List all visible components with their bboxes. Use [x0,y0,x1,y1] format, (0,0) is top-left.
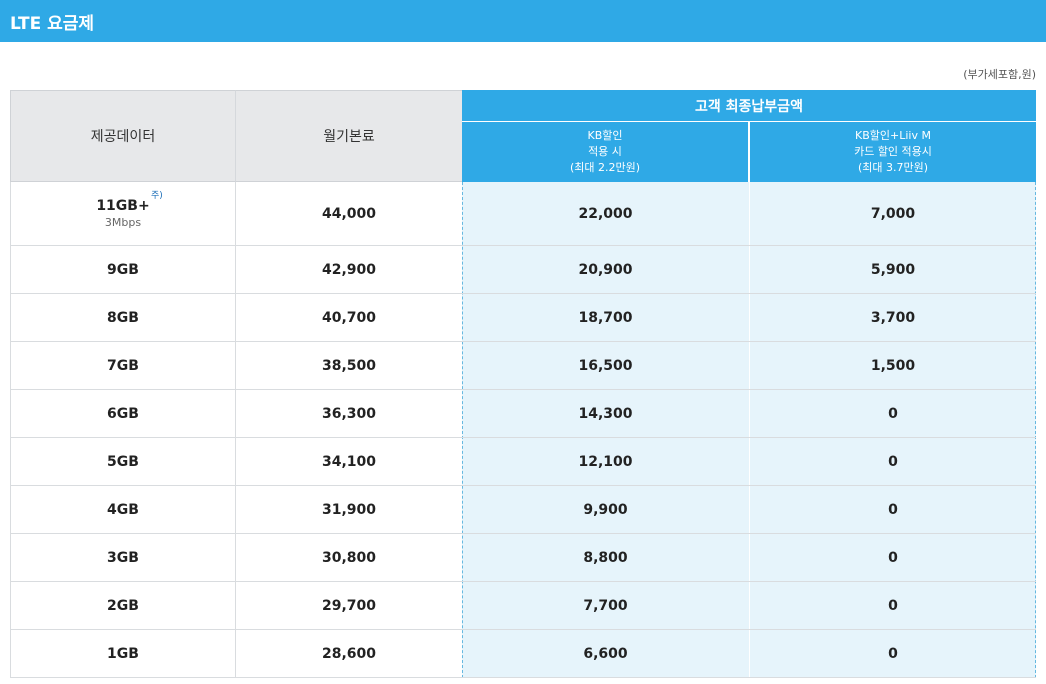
cell-monthly-fee: 29,700 [321,597,377,614]
cell-kb-price: 12,100 [578,453,633,470]
cell-kb-price: 8,800 [583,549,628,566]
cell-data: 3GB [10,534,236,581]
cell-monthly-fee: 38,500 [321,357,377,374]
table-row: 5GB 34,100 12,100 0 [10,438,1036,486]
kb-discount-line2: 적용 시 [588,145,622,158]
speed-limit: 3Mbps [104,216,142,229]
cell-kb-liiv-price: 5,900 [749,246,1036,293]
kb-discount-line1: KB할인 [587,129,623,142]
cell-kb-liiv-price: 0 [749,390,1036,437]
kb-liiv-line3: (최대 3.7만원) [857,161,929,174]
table-row: 2GB 29,700 7,700 0 [10,582,1036,630]
page-title: LTE 요금제 [0,0,1046,42]
cell-kb-liiv-price: 3,700 [749,294,1036,341]
cell-data: 7GB [10,342,236,389]
cell-monthly-fee: 36,300 [321,405,377,422]
table-row: 9GB 42,900 20,900 5,900 [10,246,1036,294]
column-header-kb-discount: KB할인 적용 시 (최대 2.2만원) [462,122,748,182]
cell-kb-liiv-price: 0 [749,630,1036,677]
cell-monthly-fee: 28,600 [321,645,377,662]
table-row: 주) 11GB+ 3Mbps 44,000 22,000 7,000 [10,182,1036,246]
cell-data: 6GB [10,390,236,437]
cell-data: 주) 11GB+ 3Mbps [10,182,236,245]
note-mark[interactable]: 주) [151,188,163,201]
cell-kb-liiv-price: 0 [749,486,1036,533]
kb-discount-line3: (최대 2.2만원) [569,161,641,174]
cell-monthly-fee: 34,100 [321,453,377,470]
cell-monthly-fee: 40,700 [321,309,377,326]
cell-kb-price: 16,500 [578,357,633,374]
cell-data: 2GB [10,582,236,629]
table-row: 4GB 31,900 9,900 0 [10,486,1036,534]
cell-kb-price: 9,900 [583,501,628,518]
column-header-kb-liiv-discount: KB할인+Liiv M 카드 할인 적용시 (최대 3.7만원) [749,122,1036,182]
cell-kb-liiv-price: 0 [749,582,1036,629]
table-row: 8GB 40,700 18,700 3,700 [10,294,1036,342]
table-row: 1GB 28,600 6,600 0 [10,630,1036,678]
kb-liiv-line2: 카드 할인 적용시 [854,145,932,158]
cell-data: 4GB [10,486,236,533]
cell-kb-price: 6,600 [583,645,628,662]
data-amount: 11GB+ [96,198,150,214]
cell-kb-liiv-price: 0 [749,534,1036,581]
cell-data: 8GB [10,294,236,341]
table-row: 6GB 36,300 14,300 0 [10,390,1036,438]
cell-monthly-fee: 42,900 [321,261,377,278]
cell-kb-liiv-price: 7,000 [749,182,1036,245]
table-row: 3GB 30,800 8,800 0 [10,534,1036,582]
cell-kb-price: 7,700 [583,597,628,614]
cell-kb-price: 20,900 [578,261,633,278]
column-header-data: 제공데이터 [10,90,236,182]
cell-data: 5GB [10,438,236,485]
cell-data: 9GB [10,246,236,293]
column-group-header-customer-final: 고객 최종납부금액 [462,90,1036,122]
cell-data: 1GB [10,630,236,677]
cell-monthly-fee: 44,000 [321,205,377,222]
cell-kb-liiv-price: 0 [749,438,1036,485]
column-header-monthly-fee: 월기본료 [236,90,462,182]
cell-kb-price: 18,700 [578,309,633,326]
kb-liiv-line1: KB할인+Liiv M [855,129,931,142]
cell-monthly-fee: 31,900 [321,501,377,518]
cell-kb-liiv-price: 1,500 [749,342,1036,389]
unit-note: (부가세포함,원) [963,68,1036,81]
cell-monthly-fee: 30,800 [321,549,377,566]
cell-kb-price: 22,000 [578,205,633,222]
cell-kb-price: 14,300 [578,405,633,422]
table-row: 7GB 38,500 16,500 1,500 [10,342,1036,390]
